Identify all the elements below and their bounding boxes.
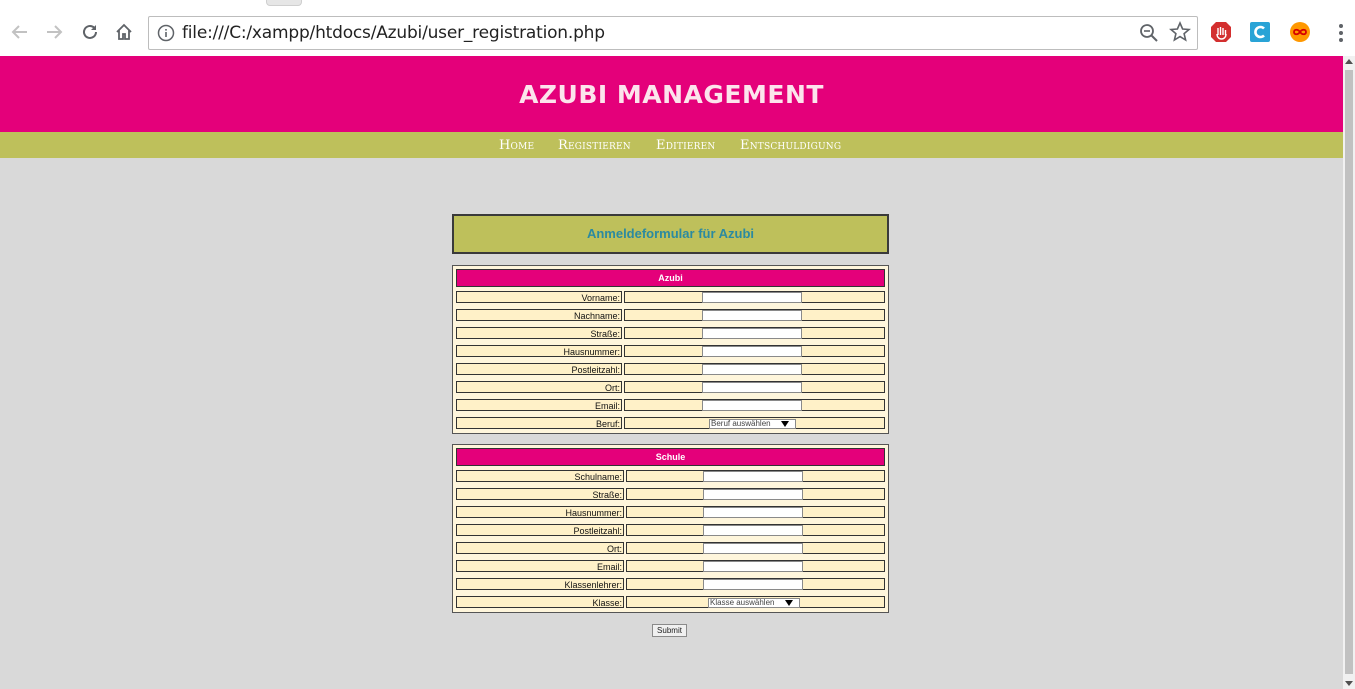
- nachname-input[interactable]: [702, 310, 802, 321]
- page-title: AZUBI MANAGEMENT: [519, 80, 824, 109]
- value-cell: [626, 578, 885, 590]
- scroll-down-icon[interactable]: [1345, 681, 1353, 686]
- header-banner: AZUBI MANAGEMENT: [0, 56, 1343, 132]
- schule-strasse-input[interactable]: [703, 489, 803, 500]
- value-cell: [626, 488, 885, 500]
- email-input[interactable]: [702, 400, 802, 411]
- dropdown-arrow-icon: [785, 600, 793, 606]
- infinity-extension-icon[interactable]: [1289, 21, 1311, 43]
- reload-icon[interactable]: [78, 20, 102, 44]
- zoom-icon[interactable]: [1139, 23, 1159, 43]
- submit-button[interactable]: Submit: [652, 624, 687, 637]
- back-icon[interactable]: [8, 20, 32, 44]
- form-heading-box: Anmeldeformular für Azubi: [452, 214, 889, 254]
- menu-icon[interactable]: [1333, 22, 1349, 44]
- value-cell: [624, 381, 885, 393]
- azubi-caption: Azubi: [456, 269, 885, 287]
- hausnummer-input[interactable]: [702, 346, 802, 357]
- value-cell: [626, 524, 885, 536]
- value-cell: [624, 309, 885, 321]
- strasse-label: Straße:: [456, 327, 622, 339]
- address-bar[interactable]: file:///C:/xampp/htdocs/Azubi/user_regis…: [148, 16, 1198, 50]
- schule-caption: Schule: [456, 448, 885, 466]
- value-cell: [624, 345, 885, 357]
- page-viewport: AZUBI MANAGEMENT Home Registieren Editie…: [0, 56, 1343, 689]
- value-cell: Beruf auswählen: [624, 417, 885, 429]
- schulname-input[interactable]: [703, 471, 803, 482]
- schule-postleitzahl-label: Postleitzahl:: [456, 524, 624, 536]
- email-label: Email:: [456, 399, 622, 411]
- browser-toolbar: file:///C:/xampp/htdocs/Azubi/user_regis…: [0, 8, 1355, 57]
- klasse-label: Klasse:: [456, 596, 624, 608]
- tab-strip: [0, 0, 1355, 9]
- value-cell: Klasse auswählen: [626, 596, 885, 608]
- value-cell: [624, 291, 885, 303]
- vorname-input[interactable]: [702, 292, 802, 303]
- beruf-label: Beruf:: [456, 417, 622, 429]
- nav-entschuldigung[interactable]: Entschuldigung: [740, 138, 841, 153]
- info-icon[interactable]: [157, 24, 175, 42]
- postleitzahl-label: Postleitzahl:: [456, 363, 622, 375]
- form-heading: Anmeldeformular für Azubi: [586, 226, 755, 241]
- klasse-select[interactable]: Klasse auswählen: [708, 598, 800, 608]
- beruf-select[interactable]: Beruf auswählen: [709, 419, 796, 429]
- url-text[interactable]: file:///C:/xampp/htdocs/Azubi/user_regis…: [182, 23, 605, 43]
- adblock-extension-icon[interactable]: [1210, 21, 1232, 43]
- ort-input[interactable]: [702, 382, 802, 393]
- nav-home[interactable]: Home: [499, 138, 534, 153]
- klasse-select-value: Klasse auswählen: [710, 598, 775, 607]
- postleitzahl-input[interactable]: [702, 364, 802, 375]
- schule-email-input[interactable]: [703, 561, 803, 572]
- schule-ort-label: Ort:: [456, 542, 624, 554]
- new-tab-button[interactable]: [266, 0, 302, 6]
- value-cell: [626, 470, 885, 482]
- schule-hausnummer-label: Hausnummer:: [456, 506, 624, 518]
- nav-editieren[interactable]: Editieren: [656, 138, 715, 153]
- scrollbar-thumb[interactable]: [1345, 70, 1353, 674]
- schule-ort-input[interactable]: [703, 543, 803, 554]
- value-cell: [626, 542, 885, 554]
- schule-hausnummer-input[interactable]: [703, 507, 803, 518]
- dropdown-arrow-icon: [781, 421, 789, 427]
- schule-strasse-label: Straße:: [456, 488, 624, 500]
- strasse-input[interactable]: [702, 328, 802, 339]
- hausnummer-label: Hausnummer:: [456, 345, 622, 357]
- home-icon[interactable]: [112, 20, 136, 44]
- ort-label: Ort:: [456, 381, 622, 393]
- schulname-label: Schulname:: [456, 470, 624, 482]
- vertical-scrollbar[interactable]: [1343, 56, 1355, 689]
- klassenlehrer-label: Klassenlehrer:: [456, 578, 624, 590]
- azubi-section: Azubi Vorname: Nachname: Straße: Hausnum…: [452, 265, 889, 434]
- nachname-label: Nachname:: [456, 309, 622, 321]
- klassenlehrer-input[interactable]: [703, 579, 803, 590]
- forward-icon[interactable]: [42, 20, 66, 44]
- value-cell: [626, 560, 885, 572]
- scroll-up-icon[interactable]: [1345, 59, 1353, 64]
- beruf-select-value: Beruf auswählen: [711, 419, 771, 428]
- nav-registieren[interactable]: Registieren: [558, 138, 631, 153]
- value-cell: [624, 327, 885, 339]
- bookmark-star-icon[interactable]: [1169, 21, 1191, 43]
- schule-email-label: Email:: [456, 560, 624, 572]
- vorname-label: Vorname:: [456, 291, 622, 303]
- value-cell: [624, 399, 885, 411]
- nav-bar: Home Registieren Editieren Entschuldigun…: [0, 132, 1343, 158]
- value-cell: [624, 363, 885, 375]
- schule-postleitzahl-input[interactable]: [703, 525, 803, 536]
- value-cell: [626, 506, 885, 518]
- schule-section: Schule Schulname: Straße: Hausnummer: Po…: [452, 444, 889, 613]
- c-extension-icon[interactable]: [1249, 21, 1271, 43]
